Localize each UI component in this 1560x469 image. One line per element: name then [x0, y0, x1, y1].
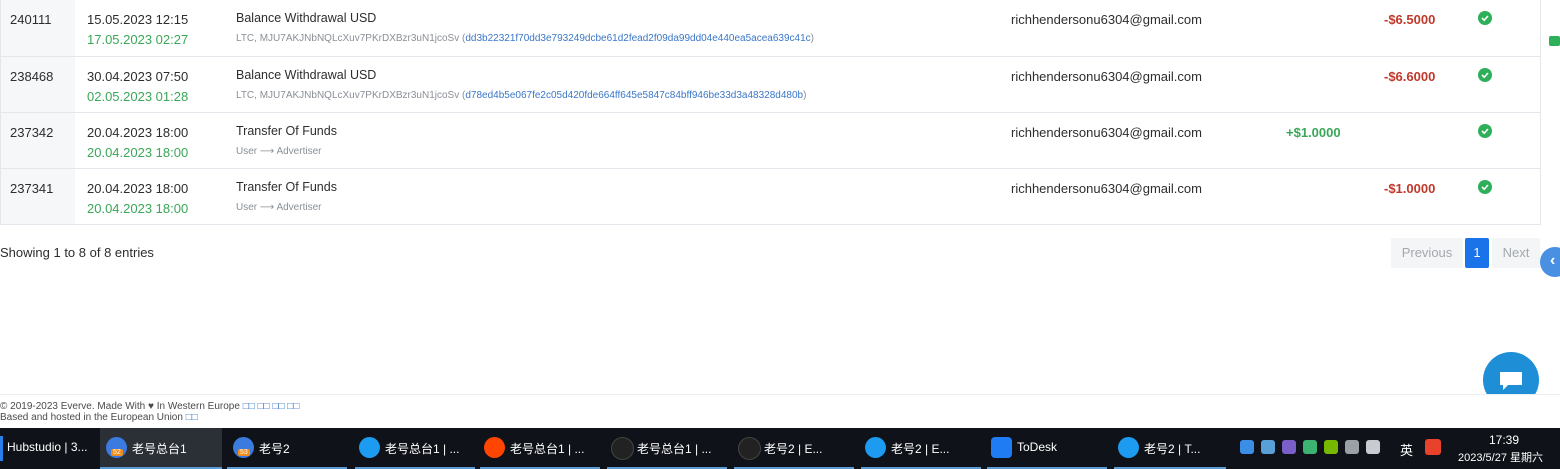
footer-eu-link[interactable]: □□ — [186, 412, 198, 423]
network-icon[interactable] — [1366, 439, 1380, 454]
footer-copyright: © 2019-2023 Everve. Made With ♥ In Weste… — [0, 401, 240, 412]
transaction-id: 237342 — [10, 125, 54, 140]
status-check-icon — [1478, 68, 1492, 82]
created-date: 20.04.2023 18:00 — [87, 181, 189, 196]
chat-bubble-icon — [1500, 372, 1522, 390]
taskbar-item-twitter-3[interactable]: 老号2 | T... — [1114, 428, 1226, 469]
user-email: richhendersonu6304@gmail.com — [1011, 125, 1202, 140]
user-email: richhendersonu6304@gmail.com — [1011, 69, 1202, 84]
footer: © 2019-2023 Everve. Made With ♥ In Weste… — [0, 394, 1560, 429]
pagination-next-button[interactable]: Next — [1492, 238, 1540, 268]
transaction-id: 237341 — [10, 181, 54, 196]
hubstudio-icon — [0, 436, 3, 461]
tiktok-icon — [611, 437, 634, 460]
tray-app-icon[interactable] — [1282, 439, 1296, 454]
tiktok-icon — [738, 437, 761, 460]
completed-date: 20.04.2023 18:00 — [87, 145, 189, 160]
taskbar-item-reddit[interactable]: 老号总台1 | ... — [480, 428, 600, 469]
footer-hosting-note: Based and hosted in the European Union — [0, 412, 183, 423]
transaction-id: 238468 — [10, 69, 54, 84]
amount-in: +$1.0000 — [1286, 125, 1341, 140]
reddit-icon — [484, 437, 505, 458]
transaction-type: Transfer Of Funds — [236, 124, 337, 138]
footer-language-links[interactable]: □□ □□ □□ □□ — [243, 401, 300, 412]
twitter-icon — [865, 437, 886, 458]
nvidia-icon[interactable] — [1324, 439, 1338, 454]
amount-out: -$1.0000 — [1384, 181, 1436, 196]
transaction-details: LTC, MJU7AKJNbNQLcXuv7PKrDXBzr3uN1jcoSv … — [236, 90, 807, 101]
chevron-left-icon: ‹ — [1550, 252, 1556, 269]
table-row: 240111 15.05.2023 12:15 17.05.2023 02:27… — [0, 0, 1540, 56]
transaction-details: User ⟶ Advertiser — [236, 202, 322, 213]
tx-hash-link[interactable]: dd3b22321f70dd3e793249dcbe61d2fead2f09da… — [465, 33, 810, 44]
tray-app-icon[interactable] — [1261, 439, 1275, 454]
windows-taskbar: Hubstudio | 3... 52 老号总台1 53 老号2 老号总台1 |… — [0, 428, 1560, 469]
taskbar-item-twitter-2[interactable]: 老号2 | E... — [861, 428, 981, 469]
transaction-type: Balance Withdrawal USD — [236, 68, 377, 82]
pagination-page-1-button[interactable]: 1 — [1465, 238, 1489, 268]
completed-date: 02.05.2023 01:28 — [87, 89, 189, 104]
clock-date[interactable]: 2023/5/27 星期六 — [1458, 449, 1543, 465]
twitter-icon — [359, 437, 380, 458]
pagination-summary: Showing 1 to 8 of 8 entries — [0, 245, 154, 260]
taskbar-item-tiktok-1[interactable]: 老号总台1 | ... — [607, 428, 727, 469]
created-date: 30.04.2023 07:50 — [87, 69, 189, 84]
taskbar-item-profile-1[interactable]: 52 老号总台1 — [100, 428, 222, 469]
volume-muted-icon[interactable] — [1345, 439, 1359, 454]
tray-app-icon[interactable] — [1240, 439, 1254, 454]
created-date: 15.05.2023 12:15 — [87, 12, 189, 27]
status-check-icon — [1478, 124, 1492, 138]
table-row: 238468 30.04.2023 07:50 02.05.2023 01:28… — [0, 56, 1540, 112]
table-row: 237341 20.04.2023 18:00 20.04.2023 18:00… — [0, 168, 1540, 224]
user-email: richhendersonu6304@gmail.com — [1011, 12, 1202, 27]
scroll-indicator[interactable] — [1549, 36, 1560, 46]
page: 240111 15.05.2023 12:15 17.05.2023 02:27… — [0, 0, 1560, 429]
amount-out: -$6.5000 — [1384, 12, 1436, 27]
transaction-details: LTC, MJU7AKJNbNQLcXuv7PKrDXBzr3uN1jcoSv … — [236, 33, 815, 44]
twitter-icon — [1118, 437, 1139, 458]
status-check-icon — [1478, 11, 1492, 25]
transaction-type: Balance Withdrawal USD — [236, 11, 377, 25]
taskbar-item-twitter-1[interactable]: 老号总台1 | ... — [355, 428, 475, 469]
table-row: 237342 20.04.2023 18:00 20.04.2023 18:00… — [0, 112, 1540, 168]
transaction-details: User ⟶ Advertiser — [236, 146, 322, 157]
tray-app-icon[interactable] — [1303, 439, 1317, 454]
completed-date: 17.05.2023 02:27 — [87, 32, 189, 47]
user-email: richhendersonu6304@gmail.com — [1011, 181, 1202, 196]
pagination-previous-button[interactable]: Previous — [1391, 238, 1463, 268]
completed-date: 20.04.2023 18:00 — [87, 201, 189, 216]
clock-time[interactable]: 17:39 — [1489, 433, 1519, 447]
taskbar-item-hubstudio[interactable]: Hubstudio | 3... — [0, 428, 95, 469]
amount-out: -$6.6000 — [1384, 69, 1436, 84]
transactions-table: 240111 15.05.2023 12:15 17.05.2023 02:27… — [0, 0, 1541, 225]
status-check-icon — [1478, 180, 1492, 194]
side-panel-toggle[interactable]: ‹ — [1540, 247, 1560, 277]
created-date: 20.04.2023 18:00 — [87, 125, 189, 140]
todesk-icon — [991, 437, 1012, 458]
taskbar-item-profile-2[interactable]: 53 老号2 — [227, 428, 347, 469]
taskbar-item-todesk[interactable]: ToDesk — [987, 428, 1107, 469]
transaction-type: Transfer Of Funds — [236, 180, 337, 194]
system-tray — [1240, 439, 1387, 457]
transaction-id: 240111 — [10, 12, 52, 27]
tx-hash-link[interactable]: d78ed4b5e067fe2c05d420fde664ff645e5847c8… — [465, 90, 803, 101]
taskbar-item-tiktok-2[interactable]: 老号2 | E... — [734, 428, 854, 469]
sogou-input-icon[interactable] — [1425, 439, 1441, 455]
ime-indicator[interactable]: 英 — [1400, 440, 1413, 459]
